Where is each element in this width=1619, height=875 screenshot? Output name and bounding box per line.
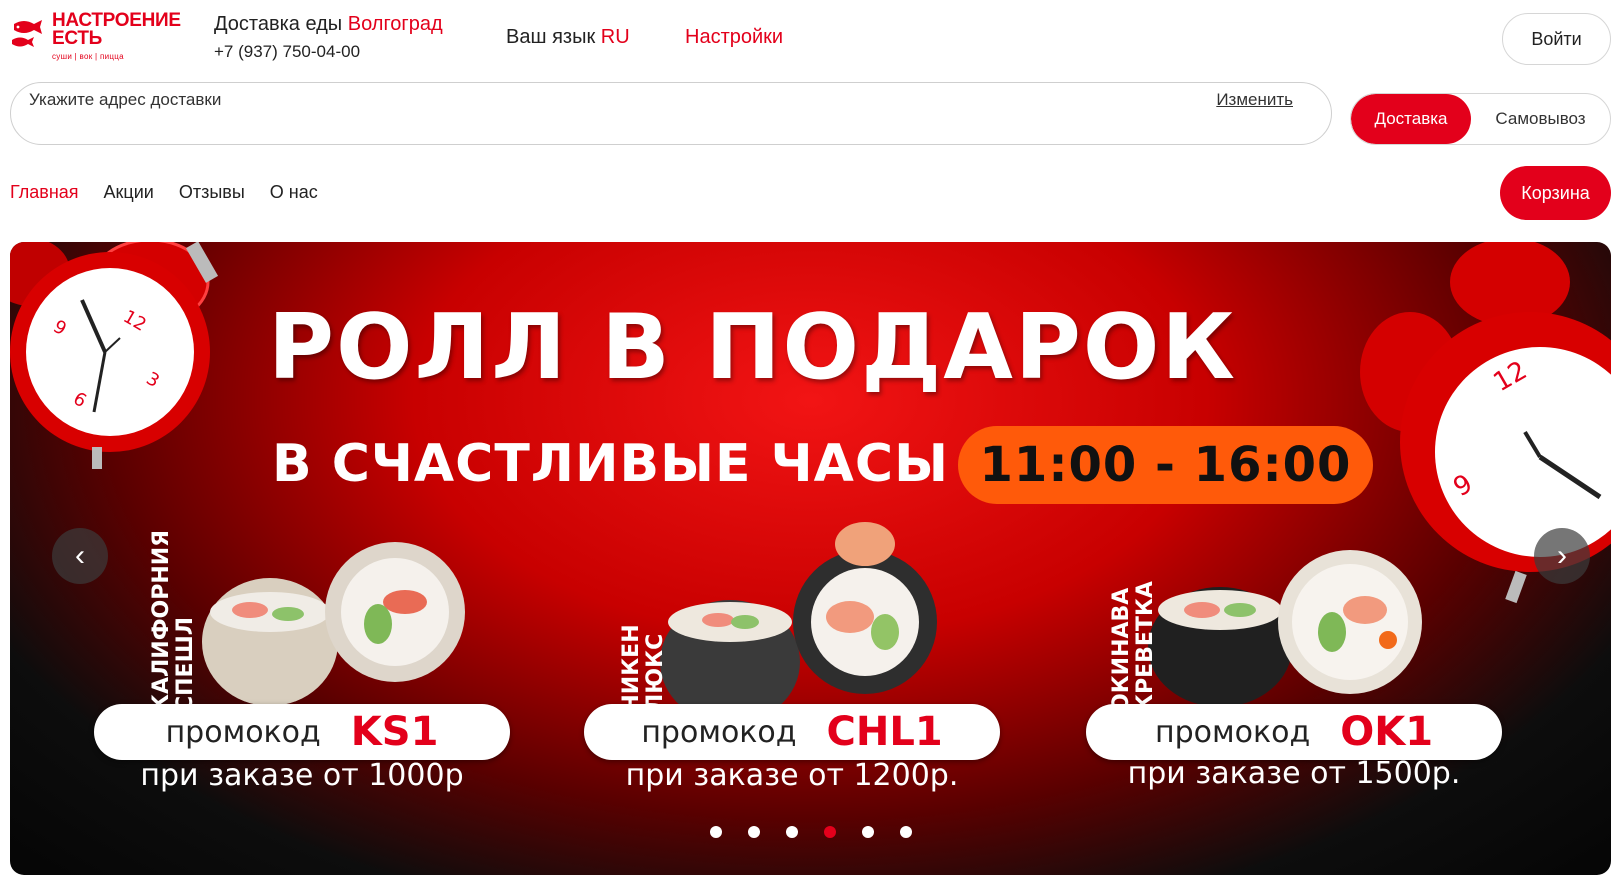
roll-name: ЧИКЕН ЛЮКС (619, 624, 668, 712)
carousel-next-button[interactable]: › (1534, 528, 1590, 584)
language-value[interactable]: RU (601, 26, 630, 48)
roll-okinawa-illustration (1148, 550, 1422, 707)
roll-name: ОКИНАВА КРЕВЕТКА (1109, 581, 1158, 712)
pickup-toggle[interactable]: Самовывоз (1471, 94, 1610, 144)
carousel-dot[interactable] (786, 826, 798, 838)
promo-label: промокод (1154, 714, 1311, 750)
fish-logo-icon (12, 20, 42, 47)
promo-label: промокод (641, 714, 797, 750)
promo-banner[interactable]: 12 3 6 9 12 9 РОЛЛ В ПОДАРОК В СЧАСТЛИВЫ… (10, 242, 1611, 875)
promo-condition: при заказе от 1000р (140, 758, 464, 793)
promo-condition: при заказе от 1500р. (1127, 756, 1461, 791)
roll-chicken-lux-illustration (660, 522, 937, 724)
chevron-right-icon: › (1557, 539, 1567, 572)
settings-link[interactable]: Настройки (685, 26, 783, 49)
logo-title: НАСТРОЕНИЕ ЕСТЬ (52, 10, 181, 49)
change-address-link[interactable]: Изменить (1216, 90, 1293, 110)
language-label: Ваш язык (506, 26, 596, 48)
banner-subline: В СЧАСТЛИВЫЕ ЧАСЫ (272, 434, 949, 494)
carousel-dots (710, 826, 912, 838)
nav-item-about[interactable]: О нас (270, 182, 318, 203)
logo[interactable]: НАСТРОЕНИЕ ЕСТЬ суши | вок | пицца (10, 10, 190, 64)
promo-code: CHL1 (826, 709, 943, 755)
carousel-dot[interactable] (862, 826, 874, 838)
roll-name: КАЛИФОРНИЯ СПЕШЛ (149, 529, 198, 712)
address-input[interactable]: Укажите адрес доставки Изменить (10, 82, 1332, 145)
delivery-toggle[interactable]: Доставка (1351, 94, 1471, 144)
phone-number[interactable]: +7 (937) 750-04-00 (214, 42, 360, 62)
promo-code: OK1 (1340, 709, 1434, 755)
main-nav: Главная Акции Отзывы О нас (10, 182, 318, 203)
carousel-prev-button[interactable]: ‹ (52, 528, 108, 584)
carousel-dot[interactable] (710, 826, 722, 838)
logo-tagline: суши | вок | пицца (52, 52, 124, 61)
login-button[interactable]: Войти (1502, 13, 1611, 65)
promo-label: промокод (165, 714, 321, 750)
carousel-dot-active[interactable] (824, 826, 836, 838)
delivery-city-prefix: Доставка еды (214, 13, 343, 35)
roll-california-illustration (202, 542, 465, 706)
carousel-dot[interactable] (748, 826, 760, 838)
language-selector[interactable]: Ваш язык RU (506, 26, 630, 49)
address-placeholder: Укажите адрес доставки (29, 90, 222, 109)
promo-condition: при заказе от 1200р. (625, 758, 959, 793)
cart-button[interactable]: Корзина (1500, 166, 1611, 220)
promo-code-card: промокод CHL1 (584, 704, 1000, 760)
carousel-dot[interactable] (900, 826, 912, 838)
nav-item-reviews[interactable]: Отзывы (179, 182, 245, 203)
city-name[interactable]: Волгоград (348, 13, 443, 35)
promo-code: KS1 (350, 709, 439, 755)
nav-item-promotions[interactable]: Акции (104, 182, 154, 203)
chevron-left-icon: ‹ (75, 539, 85, 572)
happy-hours-time: 11:00 - 16:00 (958, 426, 1373, 504)
nav-item-home[interactable]: Главная (10, 182, 79, 203)
alarm-clock-left-icon: 12 3 6 9 (10, 242, 219, 469)
promo-code-card: промокод KS1 (94, 704, 510, 760)
delivery-city[interactable]: Доставка еды Волгоград (214, 13, 443, 36)
banner-headline: РОЛЛ В ПОДАРОК (268, 295, 1237, 400)
promo-code-card: промокод OK1 (1086, 704, 1502, 760)
delivery-mode-switch[interactable]: Доставка Самовывоз (1350, 93, 1611, 145)
